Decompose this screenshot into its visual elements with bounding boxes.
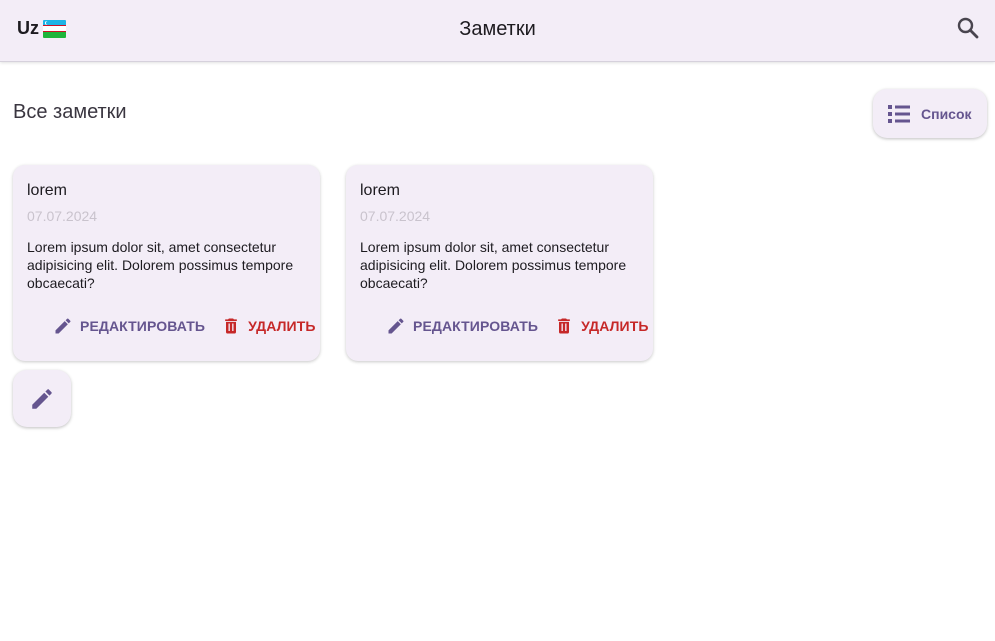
edit-label: РЕДАКТИРОВАТЬ xyxy=(80,318,206,334)
search-button[interactable] xyxy=(952,12,984,44)
note-actions: РЕДАКТИРОВАТЬ УДАЛИТЬ xyxy=(386,312,649,340)
view-toggle-label: Список xyxy=(921,105,972,122)
note-card: lorem 07.07.2024 Lorem ipsum dolor sit, … xyxy=(346,165,653,361)
section-title: Все заметки xyxy=(13,101,127,123)
trash-icon xyxy=(225,318,237,334)
edit-note-button[interactable]: РЕДАКТИРОВАТЬ xyxy=(53,312,205,340)
note-text: Lorem ipsum dolor sit, amet consectetur … xyxy=(27,239,294,291)
trash-icon xyxy=(558,318,570,334)
page-title: Заметки xyxy=(459,18,536,40)
note-card: lorem 07.07.2024 Lorem ipsum dolor sit, … xyxy=(13,165,320,361)
note-text: Lorem ipsum dolor sit, amet consectetur … xyxy=(360,239,627,291)
pencil-icon xyxy=(32,388,52,409)
new-note-fab[interactable] xyxy=(13,370,71,427)
search-icon xyxy=(957,17,979,39)
note-title: lorem xyxy=(360,182,401,199)
view-toggle-button[interactable]: Список xyxy=(873,89,987,138)
pencil-icon xyxy=(388,318,404,334)
delete-note-button[interactable]: УДАЛИТЬ xyxy=(221,312,315,340)
note-date: 07.07.2024 xyxy=(27,208,98,224)
edit-note-button[interactable]: РЕДАКТИРОВАТЬ xyxy=(386,312,538,340)
note-actions: РЕДАКТИРОВАТЬ УДАЛИТЬ xyxy=(53,312,316,340)
delete-label: УДАЛИТЬ xyxy=(581,318,649,334)
note-date: 07.07.2024 xyxy=(360,208,431,224)
delete-label: УДАЛИТЬ xyxy=(248,318,316,334)
app-bar: Uz Заметки xyxy=(0,0,995,62)
edit-label: РЕДАКТИРОВАТЬ xyxy=(413,318,539,334)
list-icon xyxy=(888,104,910,123)
delete-note-button[interactable]: УДАЛИТЬ xyxy=(554,312,648,340)
note-title: lorem xyxy=(27,182,68,199)
pencil-icon xyxy=(55,318,71,334)
